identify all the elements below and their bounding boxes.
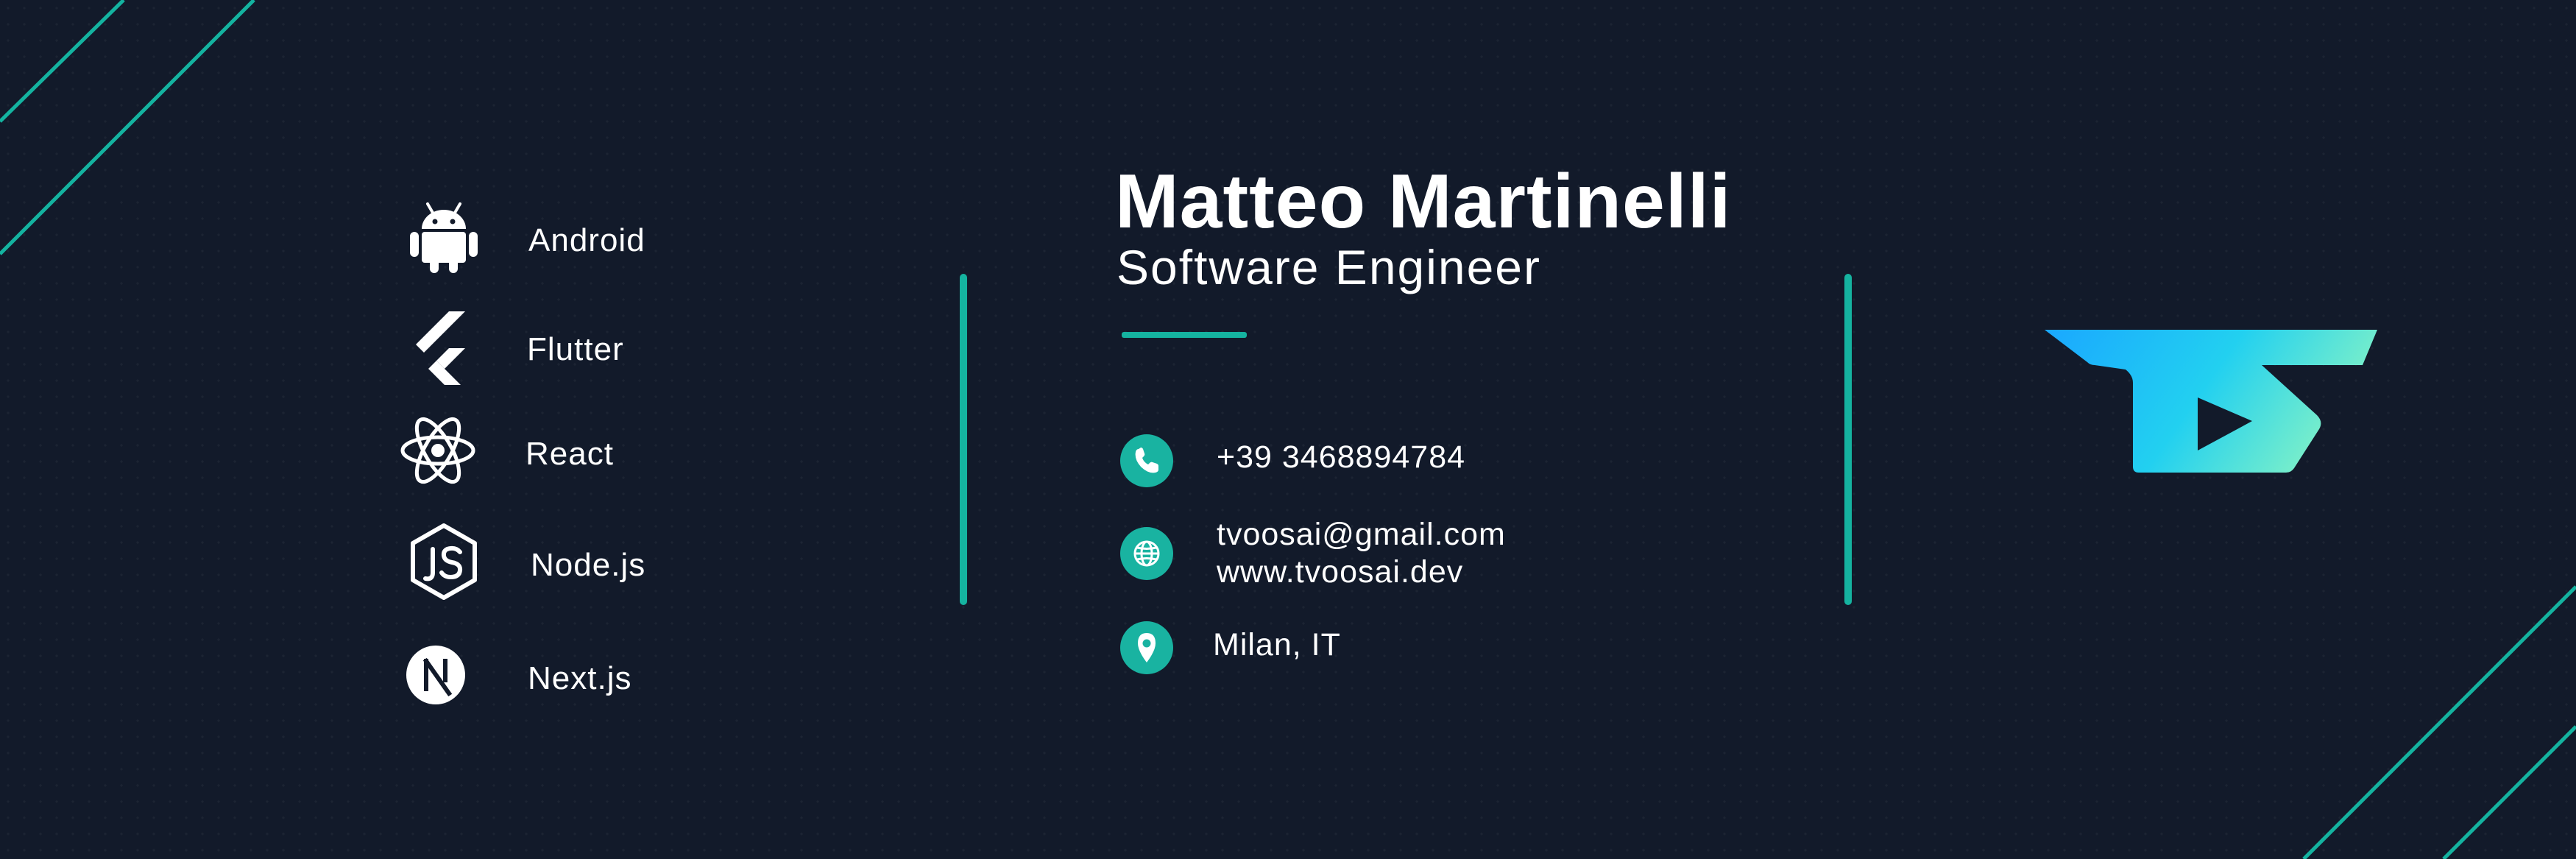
person-name: Matteo Martinelli — [1115, 159, 1732, 244]
website-link[interactable]: www.tvoosai.dev — [1217, 554, 1463, 590]
job-title: Software Engineer — [1117, 240, 1541, 294]
skill-item-react: React — [397, 410, 707, 498]
phone-icon — [1120, 434, 1173, 487]
divider-right — [1844, 274, 1852, 605]
globe-icon — [1120, 527, 1173, 580]
nextjs-icon — [400, 634, 481, 715]
skill-label: React — [526, 436, 614, 472]
ts-monogram-logo — [2039, 324, 2385, 515]
skill-item-android: Android — [403, 197, 712, 285]
nodejs-icon — [403, 521, 484, 602]
email-address[interactable]: tvoosai@gmail.com — [1217, 517, 1506, 553]
phone-number[interactable]: +39 3468894784 — [1217, 439, 1465, 476]
react-icon — [397, 410, 478, 491]
skill-item-nodejs: Node.js — [397, 521, 707, 609]
location-text: Milan, IT — [1213, 627, 1341, 662]
location-pin-icon — [1120, 621, 1173, 674]
android-icon — [403, 197, 484, 278]
accent-underline — [1122, 332, 1247, 338]
skill-label: Android — [528, 222, 645, 258]
skill-label: Next.js — [528, 660, 632, 696]
flutter-icon — [403, 305, 484, 386]
skill-label: Flutter — [527, 331, 624, 367]
skill-label: Node.js — [531, 547, 646, 583]
skill-item-nextjs: Next.js — [400, 634, 710, 723]
skill-item-flutter: Flutter — [403, 305, 712, 394]
divider-left — [960, 274, 967, 605]
